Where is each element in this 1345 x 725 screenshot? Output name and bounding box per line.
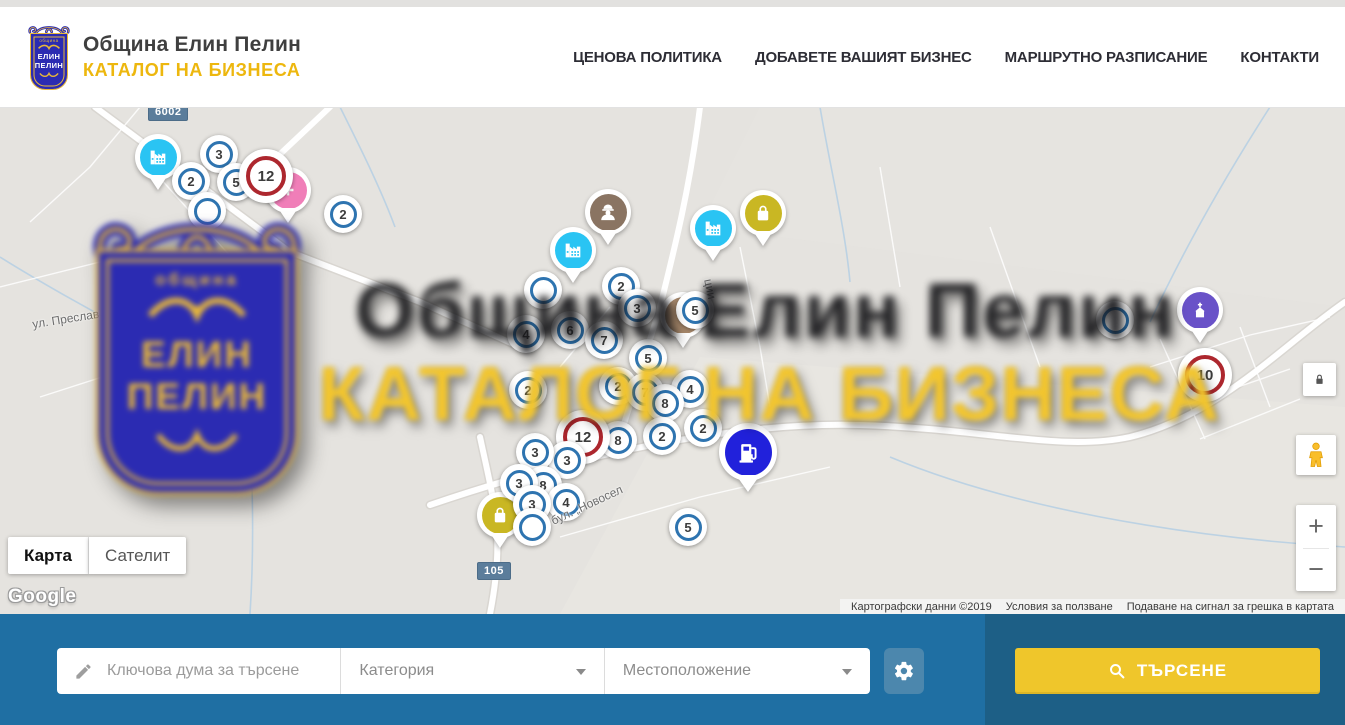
nav-route-schedule[interactable]: МАРШРУТНО РАЗПИСАНИЕ: [1005, 49, 1208, 66]
window-top-strip: [0, 0, 1345, 7]
keyword-search-input[interactable]: [105, 661, 340, 681]
search-button[interactable]: ТЪРСЕНЕ: [1015, 648, 1320, 694]
gear-icon: [893, 660, 915, 682]
map-type-satellite-button[interactable]: Сателит: [89, 537, 186, 574]
site-header: община ЕЛИН ПЕЛИН Община Елин Пелин КАТА…: [0, 7, 1345, 108]
attribution-link[interactable]: Подаване на сигнал за грешка в картата: [1120, 601, 1341, 613]
map-type-switcher: Карта Сателит: [8, 537, 186, 574]
map-cluster[interactable]: [513, 508, 551, 546]
search-panel-right: ТЪРСЕНЕ: [985, 614, 1345, 725]
search-bar: Категория Местоположение: [57, 648, 870, 694]
map-pin-fuel[interactable]: [719, 423, 777, 497]
pencil-icon: [74, 662, 93, 681]
chevron-down-icon: [842, 669, 852, 680]
street-view-pegman[interactable]: [1296, 435, 1336, 475]
map-cluster[interactable]: 3: [618, 289, 656, 327]
map-cluster[interactable]: 2: [324, 195, 362, 233]
map-cluster[interactable]: [188, 192, 226, 230]
zoom-in-button[interactable]: +: [1296, 505, 1336, 548]
map-cluster[interactable]: 12: [239, 149, 293, 203]
map-cluster[interactable]: 5: [629, 339, 667, 377]
map-cluster[interactable]: 6: [551, 311, 589, 349]
map-pin-factory[interactable]: [690, 205, 736, 265]
emblem-curl: [36, 44, 62, 52]
category-dropdown-label: Категория: [359, 662, 434, 680]
road-badge: 105: [477, 562, 511, 580]
street-label: ции: [701, 278, 719, 301]
site-title: Община Елин Пелин: [83, 33, 301, 57]
map-cluster[interactable]: [1096, 301, 1134, 339]
map-type-map-button[interactable]: Карта: [8, 537, 89, 574]
map-pin-bag[interactable]: [740, 190, 786, 250]
map-lock-button[interactable]: [1303, 363, 1336, 396]
emblem-org-text: община: [39, 38, 58, 43]
search-panel: Категория Местоположение ТЪРСЕНЕ: [0, 614, 1345, 725]
map-attribution: Картографски данни ©2019Условия за ползв…: [840, 599, 1345, 614]
main-nav: ЦЕНОВА ПОЛИТИКА ДОБАВЕТЕ ВАШИЯТ БИЗНЕС М…: [573, 49, 1319, 66]
location-dropdown[interactable]: Местоположение: [604, 648, 870, 694]
street-label: ул. Преслав: [31, 307, 100, 331]
site-subtitle: КАТАЛОГ НА БИЗНЕСА: [83, 60, 301, 81]
attribution-link[interactable]: Условия за ползване: [999, 601, 1120, 613]
nav-contacts[interactable]: КОНТАКТИ: [1240, 49, 1319, 66]
map-cluster[interactable]: 2: [684, 409, 722, 447]
nav-pricing-policy[interactable]: ЦЕНОВА ПОЛИТИКА: [573, 49, 722, 66]
road-badge: 6002: [148, 107, 188, 121]
zoom-control: + −: [1296, 505, 1336, 591]
location-dropdown-label: Местоположение: [623, 662, 751, 680]
site-logo[interactable]: община ЕЛИН ПЕЛИН Община Елин Пелин КАТА…: [28, 24, 301, 90]
map-canvas[interactable]: 6002105ул. Преславбул. „Новоселции352122…: [0, 107, 1345, 614]
map-cluster[interactable]: 10: [1178, 348, 1232, 402]
lock-icon: [1312, 372, 1327, 387]
map-cluster[interactable]: [524, 271, 562, 309]
advanced-settings-button[interactable]: [884, 648, 924, 694]
map-cluster[interactable]: 7: [585, 321, 623, 359]
map-cluster[interactable]: 2: [509, 371, 547, 409]
keyword-field-wrap: [57, 648, 340, 694]
search-button-label: ТЪРСЕНЕ: [1137, 661, 1227, 681]
map-pin-church[interactable]: [1177, 287, 1223, 347]
search-icon: [1108, 662, 1126, 680]
chevron-down-icon: [576, 669, 586, 680]
emblem-curl-bottom: [38, 71, 60, 78]
attribution-text: Картографски данни ©2019: [844, 601, 999, 613]
map-cluster[interactable]: 2: [643, 417, 681, 455]
emblem-name-2: ПЕЛИН: [35, 62, 63, 71]
map-cluster[interactable]: 5: [669, 508, 707, 546]
municipality-emblem: община ЕЛИН ПЕЛИН: [28, 24, 70, 90]
google-logo[interactable]: Google: [8, 586, 76, 608]
nav-add-your-business[interactable]: ДОБАВЕТЕ ВАШИЯТ БИЗНЕС: [755, 49, 972, 66]
map-marker-layer: 6002105ул. Преславбул. „Новоселции352122…: [0, 107, 1345, 614]
zoom-out-button[interactable]: −: [1296, 549, 1336, 592]
pegman-icon: [1305, 442, 1327, 468]
category-dropdown[interactable]: Категория: [340, 648, 603, 694]
map-cluster[interactable]: 4: [507, 315, 545, 353]
